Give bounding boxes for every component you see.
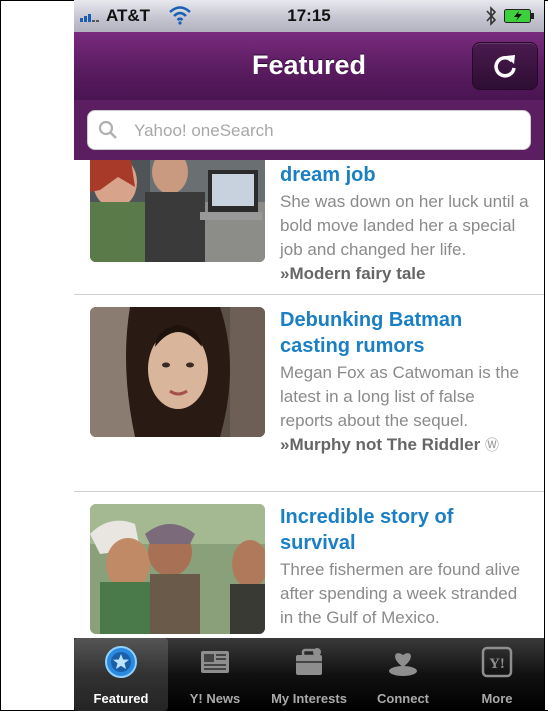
connect-icon bbox=[389, 653, 417, 676]
article-summary: Megan Fox as Catwoman is the latest in a… bbox=[280, 361, 530, 457]
search-bar: Yahoo! oneSearch bbox=[74, 100, 544, 160]
tab-label: Featured bbox=[93, 691, 149, 706]
tab-bar: Featured Y! News My Interests Connect Y!… bbox=[74, 638, 544, 711]
frame-border-right bbox=[544, 0, 545, 711]
refresh-button[interactable] bbox=[472, 42, 538, 90]
tab-connect[interactable]: Connect bbox=[356, 638, 450, 711]
tab-label: Connect bbox=[377, 691, 429, 706]
refresh-icon bbox=[494, 55, 516, 78]
search-input[interactable]: Yahoo! oneSearch bbox=[87, 110, 531, 150]
search-placeholder: Yahoo! oneSearch bbox=[134, 121, 274, 140]
frame-border-left bbox=[0, 0, 1, 711]
battery-icon bbox=[504, 9, 534, 23]
status-time: 17:15 bbox=[287, 6, 331, 25]
article-summary: She was down on her luck until a bold mo… bbox=[280, 190, 530, 286]
article-summary-text: She was down on her luck until a bold mo… bbox=[280, 192, 529, 259]
search-icon bbox=[98, 120, 117, 139]
source-badge-icon: Ⓦ bbox=[484, 437, 499, 453]
article-title[interactable]: Incredible story of survival bbox=[280, 504, 530, 556]
tab-label: More bbox=[481, 691, 513, 706]
bluetooth-icon bbox=[486, 6, 497, 26]
article-separator bbox=[74, 491, 544, 492]
status-bar: AT&T 17:15 bbox=[74, 0, 544, 32]
article-title[interactable]: Debunking Batman casting rumors bbox=[280, 307, 530, 359]
tab-my-interests[interactable]: My Interests bbox=[262, 638, 356, 711]
briefcase-icon bbox=[296, 648, 322, 675]
article-feed[interactable]: dream job She was down on her luck until… bbox=[74, 160, 544, 638]
article-separator bbox=[74, 294, 544, 295]
phone-screen: AT&T 17:15 Featured Yahoo! oneSearch dre… bbox=[74, 0, 544, 711]
article-title[interactable]: dream job bbox=[280, 162, 530, 188]
article-thumbnail[interactable] bbox=[90, 504, 265, 634]
star-icon bbox=[105, 646, 137, 678]
yahoo-icon: Y! bbox=[481, 646, 513, 678]
article-thumbnail[interactable] bbox=[90, 307, 265, 437]
tab-label: My Interests bbox=[271, 691, 347, 706]
article-summary-text: Three fishermen are found alive after sp… bbox=[280, 560, 521, 627]
article-more-link[interactable]: »Murphy not The Riddler bbox=[280, 435, 480, 454]
tab-label: Y! News bbox=[189, 691, 241, 706]
navigation-bar: Featured bbox=[74, 32, 544, 100]
tab-featured[interactable]: Featured bbox=[74, 638, 168, 711]
article-thumbnail[interactable] bbox=[90, 160, 265, 262]
article-summary: Three fishermen are found alive after sp… bbox=[280, 558, 530, 630]
news-icon bbox=[201, 651, 229, 673]
article-summary-text: Megan Fox as Catwoman is the latest in a… bbox=[280, 363, 520, 430]
svg-text:Y!: Y! bbox=[489, 656, 505, 672]
article-more-link[interactable]: »Modern fairy tale bbox=[280, 264, 426, 283]
tab-more[interactable]: Y! More bbox=[450, 638, 544, 711]
tab-y-news[interactable]: Y! News bbox=[168, 638, 262, 711]
